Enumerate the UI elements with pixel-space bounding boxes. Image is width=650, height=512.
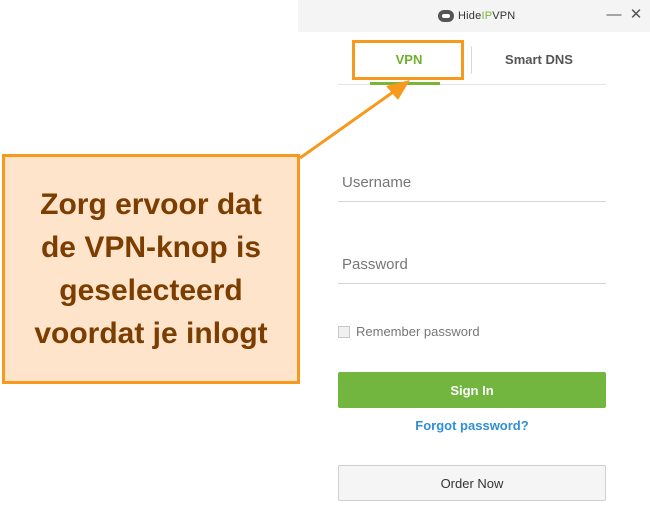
remember-label: Remember password — [356, 324, 480, 339]
tab-divider — [471, 46, 472, 74]
username-field[interactable] — [338, 164, 606, 202]
app-logo: HideIPVPN — [438, 8, 515, 24]
annotation-text: Zorg ervoor dat de VPN-knop is geselecte… — [34, 188, 268, 350]
remember-checkbox[interactable] — [338, 325, 350, 338]
sign-in-button[interactable]: Sign In — [338, 372, 606, 408]
order-now-button[interactable]: Order Now — [338, 465, 606, 501]
password-field[interactable] — [338, 246, 606, 284]
active-tab-indicator — [370, 82, 440, 85]
close-button[interactable]: ✕ — [628, 6, 644, 24]
forgot-password-link[interactable]: Forgot password? — [338, 418, 606, 433]
vpn-tab-highlight — [352, 40, 464, 80]
logo-text: HideIPVPN — [458, 10, 516, 22]
logo-icon — [438, 10, 454, 22]
tab-smart-dns[interactable]: Smart DNS — [474, 44, 604, 76]
annotation-callout: Zorg ervoor dat de VPN-knop is geselecte… — [2, 154, 300, 384]
minimize-button[interactable]: — — [606, 6, 622, 24]
title-bar: HideIPVPN — ✕ — [298, 0, 650, 32]
hideipvpn-window: HideIPVPN — ✕ VPN Smart DNS Remember pas… — [298, 0, 650, 512]
remember-password[interactable]: Remember password — [338, 324, 480, 339]
